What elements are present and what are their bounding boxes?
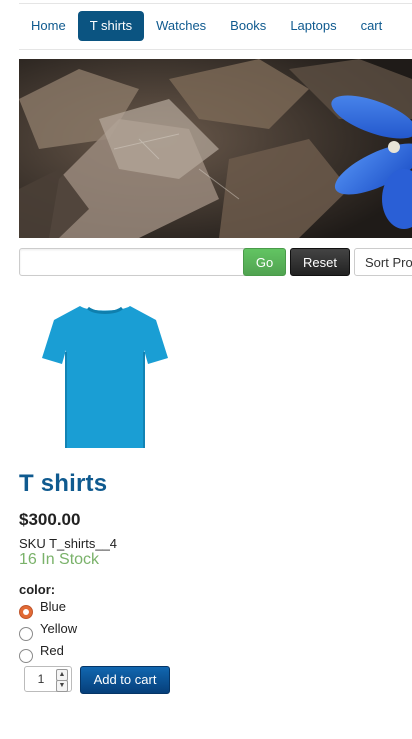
color-option-yellow[interactable]: Yellow [19,620,78,642]
stock-status: 16 In Stock [19,551,100,568]
product-title: T shirts [19,470,108,497]
add-to-cart-button[interactable]: Add to cart [80,666,170,694]
radio-icon[interactable] [19,627,33,641]
radio-selected-icon[interactable] [19,605,33,619]
go-button[interactable]: Go [243,248,286,276]
quantity-stepper[interactable]: 1 ▲ ▼ [24,666,72,692]
nav-watches[interactable]: Watches [144,11,218,41]
sort-products-button[interactable]: Sort Products [354,248,412,276]
color-option-label-yellow: Yellow [40,620,78,636]
top-divider [19,3,412,4]
product-image[interactable] [40,300,170,452]
search-row: Go Reset Sort Products [19,248,412,276]
nav-home[interactable]: Home [19,11,78,41]
nav-books[interactable]: Books [218,11,278,41]
quantity-value[interactable]: 1 [25,667,57,691]
t-shirt-icon [42,306,168,448]
search-input[interactable] [19,248,251,276]
radio-icon[interactable] [19,649,33,663]
nav-laptops[interactable]: Laptops [278,11,348,41]
product-price: $300.00 [19,510,81,529]
color-option-blue[interactable]: Blue [19,598,67,620]
main-nav: Home T shirts Watches Books Laptops cart [19,11,394,41]
nav-t-shirts[interactable]: T shirts [77,11,145,41]
color-option-label-blue: Blue [40,598,67,614]
product-sku: SKU T_shirts__4 [19,536,118,551]
hero-banner-image [19,59,412,238]
chevron-down-icon[interactable]: ▼ [56,680,68,692]
nav-divider [19,49,412,50]
reset-button[interactable]: Reset [290,248,350,276]
banner-leaves-flower-illustration [19,59,412,238]
color-option-label: color: [19,582,56,597]
nav-cart[interactable]: cart [349,11,395,41]
color-option-red[interactable]: Red [19,642,64,664]
color-option-label-red: Red [40,642,64,658]
